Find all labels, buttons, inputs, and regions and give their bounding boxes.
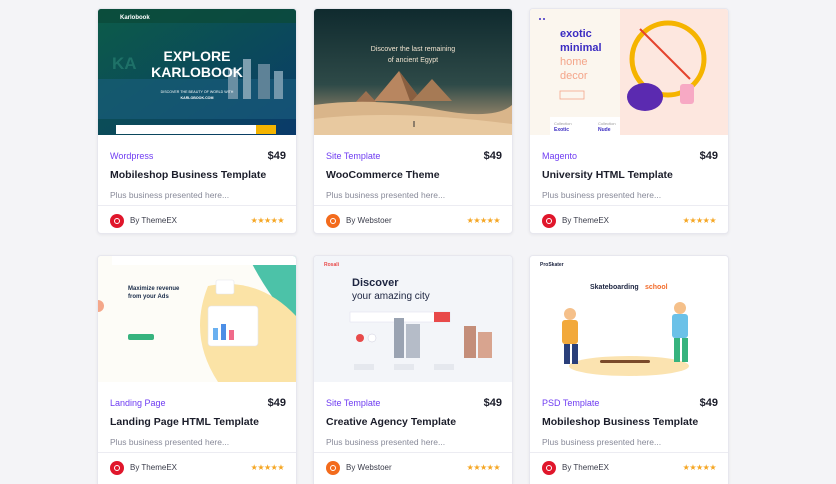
template-card[interactable]: Rosali Discover your amazing city Site T… — [313, 255, 513, 484]
card-price: $49 — [699, 397, 718, 409]
card-price: $49 — [267, 150, 286, 162]
rating-stars-icon: ★★★★★ — [466, 463, 501, 472]
rating-stars-icon: ★★★★★ — [682, 216, 717, 225]
svg-text:Discover: Discover — [352, 277, 399, 289]
svg-text:of ancient Egypt: of ancient Egypt — [388, 57, 438, 64]
svg-text:Collection: Collection — [598, 121, 616, 126]
card-footer: By Webstoer ★★★★★ — [314, 205, 512, 235]
svg-text:school: school — [645, 284, 668, 291]
template-card[interactable]: exotic minimal home decor Collection Exo… — [529, 8, 729, 234]
template-thumbnail[interactable]: Rosali Discover your amazing city — [314, 256, 512, 382]
card-author[interactable]: By Webstoer — [346, 216, 467, 225]
card-price: $49 — [483, 150, 502, 162]
svg-text:home: home — [560, 56, 588, 68]
author-avatar — [542, 213, 556, 228]
svg-text:Exotic: Exotic — [554, 127, 569, 133]
template-thumbnail[interactable]: exotic minimal home decor Collection Exo… — [530, 9, 728, 135]
card-title[interactable]: Mobileshop Business Template — [110, 169, 286, 181]
card-price: $49 — [699, 150, 718, 162]
card-author[interactable]: By Webstoer — [346, 463, 467, 472]
svg-text:Nude: Nude — [598, 127, 611, 133]
rating-stars-icon: ★★★★★ — [250, 216, 285, 225]
card-description: Plus business presented here... — [326, 437, 446, 447]
template-thumbnail[interactable]: KA Karlobook EXPLORE KARLOBOOK DISCOVER … — [98, 9, 296, 135]
author-avatar — [542, 460, 556, 475]
author-avatar — [110, 460, 124, 475]
template-thumbnail[interactable]: ProSkater Skateboarding school — [530, 256, 728, 382]
svg-text:EXPLORE: EXPLORE — [164, 48, 231, 64]
card-footer: By ThemeEX ★★★★★ — [530, 452, 728, 482]
card-footer: By ThemeEX ★★★★★ — [530, 205, 728, 235]
svg-text:KARLOBOOK: KARLOBOOK — [151, 64, 243, 80]
svg-text:minimal: minimal — [560, 42, 602, 54]
card-description: Plus business presented here... — [542, 437, 662, 447]
thumb-logo: Karlobook — [120, 15, 150, 21]
card-title[interactable]: Landing Page HTML Template — [110, 416, 286, 428]
card-author[interactable]: By ThemeEX — [130, 463, 251, 472]
template-thumbnail[interactable]: Discover the last remaining of ancient E… — [314, 9, 512, 135]
template-card[interactable]: Maximize revenue from your Ads Landing P… — [97, 255, 297, 484]
author-avatar — [326, 213, 340, 228]
svg-text:Maximize revenue: Maximize revenue — [128, 286, 180, 292]
svg-text:DISCOVER THE BEAUTY OF WORLD W: DISCOVER THE BEAUTY OF WORLD WITH — [161, 90, 234, 94]
card-category[interactable]: Wordpress — [110, 151, 153, 161]
template-card[interactable]: Discover the last remaining of ancient E… — [313, 8, 513, 234]
card-title[interactable]: Mobileshop Business Template — [542, 416, 718, 428]
card-footer: By Webstoer ★★★★★ — [314, 452, 512, 482]
card-description: Plus business presented here... — [110, 190, 230, 200]
card-title[interactable]: WooCommerce Theme — [326, 169, 502, 181]
card-category[interactable]: PSD Template — [542, 398, 599, 408]
template-card[interactable]: KA Karlobook EXPLORE KARLOBOOK DISCOVER … — [97, 8, 297, 234]
card-footer: By ThemeEX ★★★★★ — [98, 452, 296, 482]
card-category[interactable]: Site Template — [326, 398, 380, 408]
svg-text:Discover the last remaining: Discover the last remaining — [371, 46, 456, 53]
card-category[interactable]: Magento — [542, 151, 577, 161]
card-author[interactable]: By ThemeEX — [562, 463, 683, 472]
template-grid: KA Karlobook EXPLORE KARLOBOOK DISCOVER … — [0, 0, 836, 484]
card-footer: By ThemeEX ★★★★★ — [98, 205, 296, 235]
card-title[interactable]: University HTML Template — [542, 169, 718, 181]
svg-text:from your Ads: from your Ads — [128, 294, 169, 300]
card-title[interactable]: Creative Agency Template — [326, 416, 502, 428]
svg-text:decor: decor — [560, 70, 588, 82]
card-description: Plus business presented here... — [326, 190, 446, 200]
card-description: Plus business presented here... — [110, 437, 230, 447]
svg-text:your amazing city: your amazing city — [352, 291, 430, 302]
card-price: $49 — [267, 397, 286, 409]
card-category[interactable]: Landing Page — [110, 398, 166, 408]
svg-text:KARLOBOOK.COM: KARLOBOOK.COM — [181, 96, 214, 100]
svg-text:exotic: exotic — [560, 28, 592, 40]
svg-text:KA: KA — [112, 54, 137, 73]
template-thumbnail[interactable]: Maximize revenue from your Ads — [98, 256, 296, 382]
card-author[interactable]: By ThemeEX — [562, 216, 683, 225]
card-description: Plus business presented here... — [542, 190, 662, 200]
card-author[interactable]: By ThemeEX — [130, 216, 251, 225]
card-price: $49 — [483, 397, 502, 409]
rating-stars-icon: ★★★★★ — [466, 216, 501, 225]
svg-text:Collection: Collection — [554, 121, 572, 126]
svg-text:Rosali: Rosali — [324, 262, 340, 268]
card-category[interactable]: Site Template — [326, 151, 380, 161]
svg-text:Skateboarding: Skateboarding — [590, 284, 639, 291]
svg-text:ProSkater: ProSkater — [540, 262, 564, 268]
template-card[interactable]: ProSkater Skateboarding school PSD Templ… — [529, 255, 729, 484]
rating-stars-icon: ★★★★★ — [682, 463, 717, 472]
author-avatar — [326, 460, 340, 475]
rating-stars-icon: ★★★★★ — [250, 463, 285, 472]
author-avatar — [110, 213, 124, 228]
